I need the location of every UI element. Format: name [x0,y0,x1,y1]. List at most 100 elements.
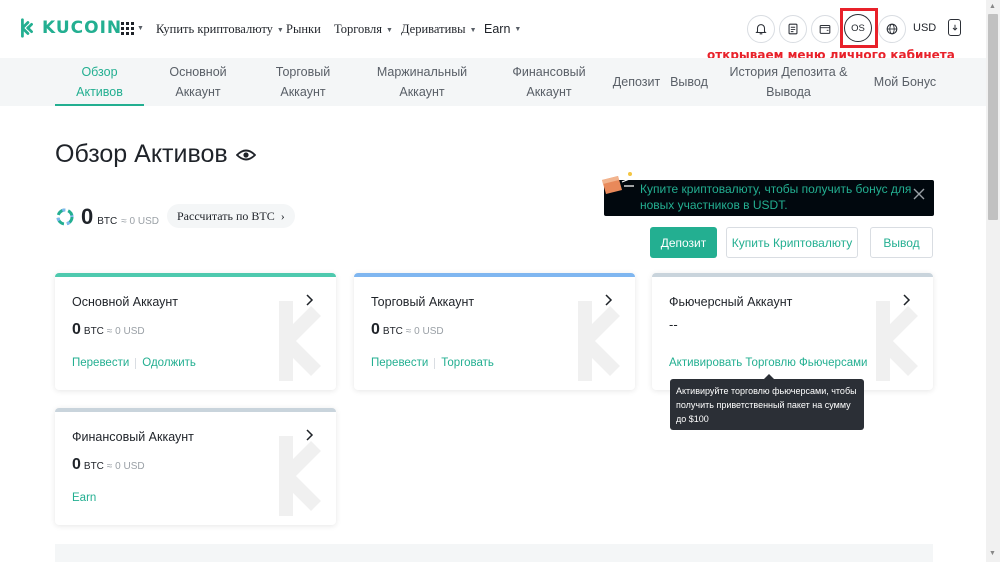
wallet-button[interactable] [811,15,839,43]
tab-deposit-withdraw-history[interactable]: История Депозита & Вывода [722,58,855,106]
activate-futures-link[interactable]: Активировать Торговлю Фьючерсами [669,357,867,369]
card-accent [652,273,933,277]
kucoin-logo[interactable]: KUCOIN [16,17,122,39]
wallet-icon [819,24,831,34]
transfer-link[interactable]: Перевести [371,357,428,369]
tab-label: Основной Аккаунт [169,65,227,99]
deposit-button[interactable]: Депозит [650,227,717,258]
tab-financial-account[interactable]: Финансовый Аккаунт [505,58,593,106]
tab-my-bonus[interactable]: Мой Бонус [870,58,940,106]
promo-text[interactable]: Купите криптовалюту, чтобы получить бону… [640,181,912,213]
divider [434,357,436,369]
total-value: 0 [81,204,94,229]
nav-derivatives[interactable]: Деривативы ▼ [401,22,477,37]
card-balance-usd: ≈ 0 USD [106,461,145,472]
nav-buy-crypto[interactable]: Купить криптовалюту ▼ [156,22,284,37]
apps-grid-icon [121,22,134,35]
orders-button[interactable] [779,15,807,43]
card-title: Торговый Аккаунт [371,295,475,309]
calculate-by-btc-button[interactable]: Рассчитать по BTC › [167,204,295,228]
nav-earn[interactable]: Earn ▼ [484,22,521,36]
kucoin-watermark-icon [876,301,918,381]
page-title: Обзор Активов [55,140,256,169]
bell-icon [755,24,767,35]
card-actions: Активировать Торговлю Фьючерсами [669,357,867,369]
download-icon [952,24,957,31]
tab-label: Мой Бонус [873,75,937,89]
tab-label: Маржинальный Аккаунт [376,65,468,99]
financial-account-card[interactable]: Финансовый Аккаунт 0 BTC ≈ 0 USD Earn [55,408,336,525]
chevron-right-icon[interactable] [305,294,314,306]
earn-link[interactable]: Earn [72,492,96,504]
notifications-button[interactable] [747,15,775,43]
scroll-thumb[interactable] [988,14,998,220]
chevron-right-icon[interactable] [305,429,314,441]
tab-deposit[interactable]: Депозит [609,58,664,106]
withdraw-button[interactable]: Вывод [870,227,933,258]
kucoin-watermark-icon [578,301,620,381]
apps-grid-button[interactable]: ▼ [121,22,144,35]
trading-account-card[interactable]: Торговый Аккаунт 0 BTC ≈ 0 USD Перевести… [354,273,635,390]
tab-assets-overview[interactable]: Обзор Активов [55,58,144,106]
card-accent [354,273,635,277]
next-section-placeholder [55,544,933,562]
logo-text: KUCOIN [42,18,123,38]
user-avatar-button[interactable]: OS [844,14,872,42]
futures-account-card[interactable]: Фьючерсный Аккаунт -- Активировать Торго… [652,273,933,390]
tab-label: Финансовый Аккаунт [512,65,586,99]
card-balance-unit: BTC [83,326,104,337]
card-balance: 0 BTC ≈ 0 USD [72,456,145,474]
card-balance-value: 0 [72,456,81,473]
currency-selector[interactable]: USD [913,22,936,34]
nav-markets-label: Рынки [286,22,321,36]
card-balance-value: 0 [72,321,81,338]
card-actions: Перевести Торговать [371,357,494,369]
chevron-down-icon: ▼ [276,25,284,34]
card-title: Основной Аккаунт [72,295,179,309]
kucoin-logo-icon [21,18,33,38]
borrow-link[interactable]: Одолжить [142,357,196,369]
page-scrollbar[interactable]: ▲ ▼ [986,0,1000,562]
transfer-link[interactable]: Перевести [72,357,129,369]
card-balance-empty: -- [669,317,678,332]
nav-trade[interactable]: Торговля ▼ [334,22,393,37]
chevron-right-icon: › [280,208,285,223]
kucoin-watermark-icon [279,436,321,516]
nav-markets[interactable]: Рынки [286,22,321,37]
avatar-initials: OS [851,22,865,34]
gift-icon [602,172,634,194]
tab-trading-account[interactable]: Торговый Аккаунт [263,58,343,106]
close-icon[interactable] [912,187,926,201]
tab-withdraw[interactable]: Вывод [667,58,711,106]
app-download-button[interactable] [948,19,961,36]
chevron-down-icon: ▼ [386,25,393,34]
trade-link[interactable]: Торговать [441,357,494,369]
total-unit: BTC [97,216,118,227]
scroll-up-icon[interactable]: ▲ [989,3,996,10]
tab-margin-account[interactable]: Маржинальный Аккаунт [368,58,476,106]
tab-main-account[interactable]: Основной Аккаунт [160,58,236,106]
tab-label: Вывод [670,75,708,89]
eye-icon[interactable] [235,148,256,162]
tab-label: История Депозита & Вывода [729,65,848,99]
language-button[interactable] [878,15,906,43]
chevron-right-icon[interactable] [902,294,911,306]
scroll-down-icon[interactable]: ▼ [989,550,996,557]
card-balance-value: 0 [371,321,380,338]
chevron-right-icon[interactable] [604,294,613,306]
tab-label: Депозит [612,75,661,89]
chevron-down-icon: ▼ [514,25,522,33]
card-accent [55,408,336,412]
buy-crypto-button[interactable]: Купить Криптовалюту [726,227,858,258]
loading-spinner-icon [56,208,74,226]
total-usd: ≈ 0 USD [121,216,159,227]
nav-trade-label: Торговля [334,22,382,36]
kucoin-watermark-icon [279,301,321,381]
page-title-text: Обзор Активов [55,140,228,168]
main-account-card[interactable]: Основной Аккаунт 0 BTC ≈ 0 USD Перевести… [55,273,336,390]
card-balance-unit: BTC [83,461,104,472]
card-actions: Перевести Одолжить [72,357,196,369]
nav-earn-label: Earn [484,22,511,36]
card-balance: 0 BTC ≈ 0 USD [72,321,145,339]
orders-icon [788,23,798,35]
